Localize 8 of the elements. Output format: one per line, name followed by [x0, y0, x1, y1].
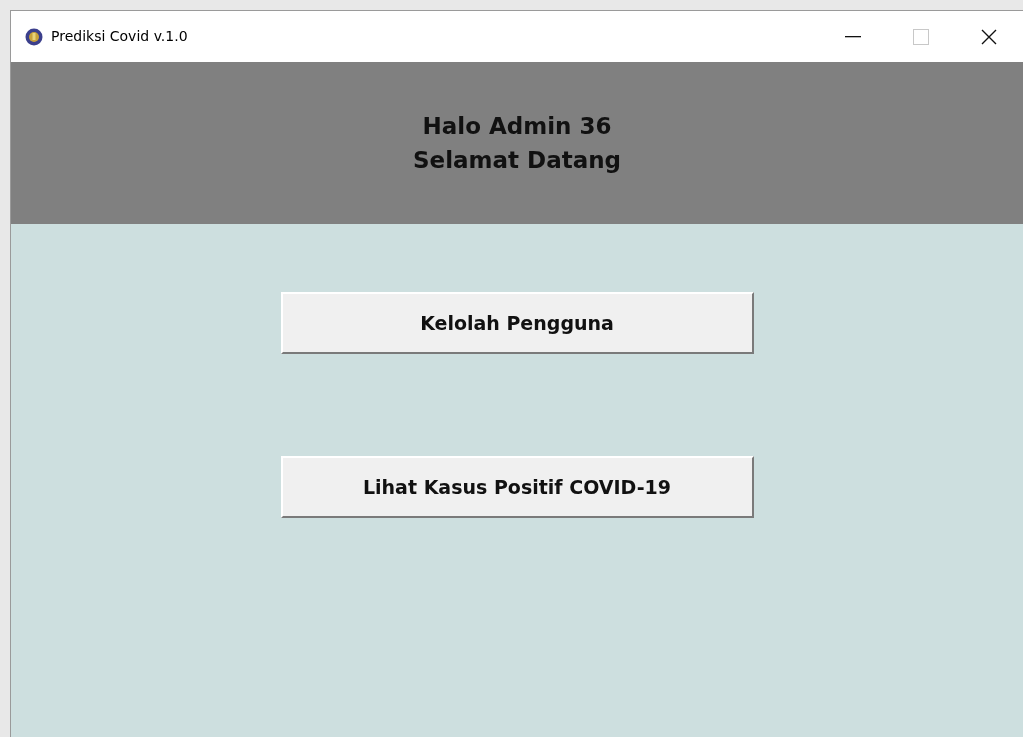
- greeting-text: Halo Admin 36: [422, 112, 612, 141]
- window-title: Prediksi Covid v.1.0: [51, 27, 188, 46]
- minimize-icon: [845, 35, 861, 38]
- app-emblem-icon: [25, 27, 43, 46]
- greeting-text: Selamat Datang: [413, 146, 621, 175]
- menu-button[interactable]: Kelolah Pengguna: [280, 292, 754, 354]
- close-icon: [981, 28, 997, 45]
- menu-button[interactable]: Lihat Kasus Positif COVID-19: [280, 456, 754, 518]
